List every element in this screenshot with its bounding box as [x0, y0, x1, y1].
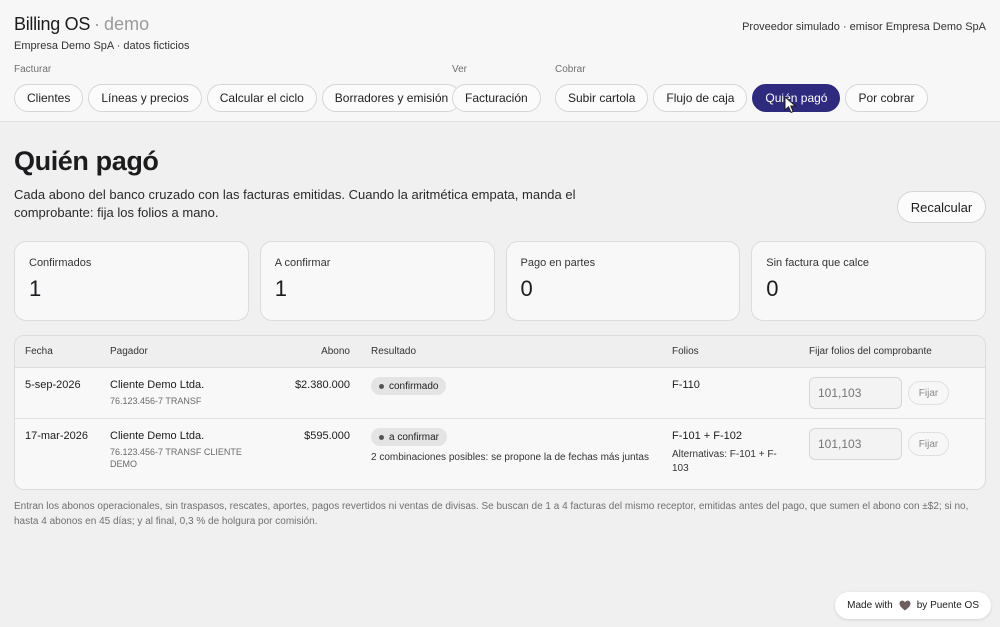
made-with-badge[interactable]: Made with by Puente OS [835, 592, 991, 619]
stat-label: A confirmar [274, 257, 331, 269]
stat-value: 0 [766, 276, 779, 301]
main-content: Quién pagó Cada abono del banco cruzado … [0, 122, 1000, 529]
row-date: 5-sep-2026 [25, 379, 81, 391]
status-badge: confirmado [371, 377, 447, 395]
nav-subir-cartola-button[interactable]: Subir cartola [555, 84, 649, 112]
nav-lineas-precios-button[interactable]: Líneas y precios [88, 84, 202, 112]
nav-group-label: Facturar [14, 64, 52, 75]
stat-card-pago-en-partes: Pago en partes 0 [505, 241, 741, 321]
stat-label: Sin factura que calce [766, 257, 869, 269]
table-row: 17-mar-2026 Cliente Demo Ltda. 76.123.45… [15, 419, 985, 489]
recalcular-button[interactable]: Recalcular [897, 191, 986, 223]
row-folios: F-110 [672, 379, 700, 391]
row-payer: Cliente Demo Ltda. 76.123.456-7 TRANSF C… [110, 430, 250, 470]
nav-group-label: Ver [452, 64, 468, 75]
folios-input[interactable] [809, 428, 902, 460]
stat-label: Pago en partes [520, 257, 596, 269]
status-badge: a confirmar [371, 428, 448, 446]
stat-card-confirmados: Confirmados 1 [14, 241, 249, 321]
stat-value: 0 [520, 276, 533, 301]
column-header-abono: Abono [321, 346, 350, 357]
app-title: Billing OS [14, 14, 91, 34]
payer-detail: 76.123.456-7 TRANSF [110, 396, 202, 406]
made-with-label: Made with [847, 600, 893, 611]
stat-value: 1 [274, 276, 287, 301]
nav-flujo-caja-button[interactable]: Flujo de caja [653, 84, 748, 112]
page-title: Quién pagó [14, 146, 159, 176]
top-bar: Billing OS · demo Empresa Demo SpA · dat… [0, 0, 1000, 122]
column-header-resultado: Resultado [371, 346, 417, 357]
table-header: Fecha Pagador Abono Resultado Folios Fij… [15, 336, 985, 368]
row-date: 17-mar-2026 [25, 430, 88, 442]
stat-card-a-confirmar: A confirmar 1 [259, 241, 495, 321]
table-row: 5-sep-2026 Cliente Demo Ltda. 76.123.456… [15, 368, 985, 419]
stats-row: Confirmados 1 A confirmar 1 Pago en part… [14, 241, 986, 321]
nav-group-facturar: Facturar Clientes Líneas y precios Calcu… [14, 64, 462, 112]
column-header-fijar-folios: Fijar folios del comprobante [809, 346, 932, 357]
row-payer: Cliente Demo Ltda. 76.123.456-7 TRANSF [110, 379, 250, 407]
column-header-pagador: Pagador [110, 346, 148, 357]
row-amount: $2.380.000 [294, 379, 350, 391]
nav-borradores-emision-button[interactable]: Borradores y emisión [321, 84, 462, 112]
column-header-fecha: Fecha [25, 346, 53, 357]
nav-por-cobrar-button[interactable]: Por cobrar [845, 84, 928, 112]
row-amount: $595.000 [304, 430, 350, 442]
stat-value: 1 [29, 276, 42, 301]
result-note: 2 combinaciones posibles: se propone la … [371, 452, 649, 463]
column-header-folios: Folios [672, 346, 699, 357]
payments-table: Fecha Pagador Abono Resultado Folios Fij… [14, 335, 986, 490]
provider-info: Proveedor simulado · emisor Empresa Demo… [742, 21, 986, 33]
payer-name: Cliente Demo Ltda. [110, 379, 205, 391]
status-dot-icon [379, 383, 384, 389]
mouse-cursor-icon [784, 96, 797, 114]
payer-name: Cliente Demo Ltda. [110, 430, 205, 442]
status-label: confirmado [389, 380, 439, 392]
nav-group-cobrar: Cobrar Subir cartola Flujo de caja Quién… [555, 64, 928, 112]
nav-clientes-button[interactable]: Clientes [14, 84, 84, 112]
status-dot-icon [379, 434, 384, 440]
page-description: Cada abono del banco cruzado con las fac… [14, 187, 576, 220]
folios-alternatives: Alternativas: F-101 + F-103 [672, 449, 777, 474]
company-subtitle: Empresa Demo SpA · datos ficticios [14, 40, 190, 52]
payer-detail: 76.123.456-7 TRANSF CLIENTE DEMO [110, 447, 242, 469]
heart-icon [899, 600, 911, 611]
app-mode: demo [104, 14, 150, 34]
main-nav: Facturar Clientes Líneas y precios Calcu… [14, 64, 986, 114]
folios-value: F-101 + F-102 [672, 430, 743, 442]
nav-group-label: Cobrar [555, 64, 586, 75]
nav-facturacion-button[interactable]: Facturación [452, 84, 541, 112]
stat-label: Confirmados [29, 257, 92, 269]
stat-card-sin-factura: Sin factura que calce 0 [751, 241, 986, 321]
fijar-button[interactable]: Fijar [908, 381, 949, 405]
made-by-label: by Puente OS [916, 600, 979, 611]
footnote: Entran los abonos operacionales, sin tra… [14, 501, 969, 527]
fijar-button[interactable]: Fijar [908, 432, 949, 456]
status-label: a confirmar [389, 431, 440, 443]
folios-input[interactable] [809, 377, 902, 409]
brand-separator: · [94, 14, 101, 34]
nav-group-ver: Ver Facturación [452, 64, 541, 112]
nav-calcular-ciclo-button[interactable]: Calcular el ciclo [206, 84, 317, 112]
row-folios: F-101 + F-102 Alternativas: F-101 + F-10… [672, 430, 792, 476]
